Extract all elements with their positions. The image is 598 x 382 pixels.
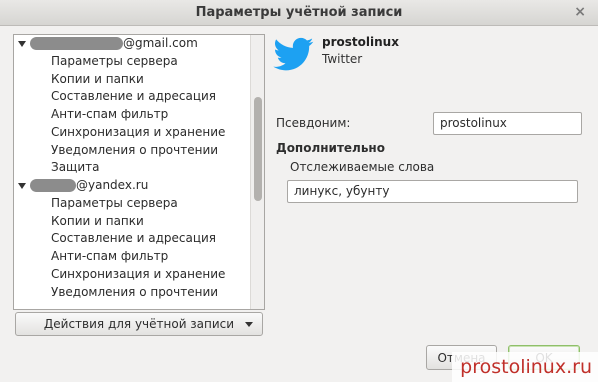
- alias-label: Псевдоним:: [276, 116, 351, 130]
- tree-item-return-receipts[interactable]: Уведомления о прочтении: [14, 142, 250, 160]
- account-tree[interactable]: @gmail.com Параметры сервера Копии и пап…: [13, 34, 265, 310]
- account-name: prostolinux: [322, 35, 399, 49]
- title-bar: Параметры учётной записи ×: [0, 0, 598, 26]
- tree-item-copies-folders[interactable]: Копии и папки: [14, 213, 250, 231]
- tree-item-sync-storage[interactable]: Синхронизация и хранение: [14, 266, 250, 284]
- account-tree-list: @gmail.com Параметры сервера Копии и пап…: [14, 35, 250, 301]
- scrollbar-thumb[interactable]: [254, 97, 262, 201]
- twitter-bird-icon: [273, 37, 314, 71]
- dropdown-arrow-icon: [245, 322, 253, 327]
- tree-item-composition[interactable]: Составление и адресация: [14, 230, 250, 248]
- account-email-suffix: @gmail.com: [123, 36, 198, 50]
- dialog-body: @gmail.com Параметры сервера Копии и пап…: [0, 26, 598, 382]
- tracked-words-input[interactable]: линукс, убунту: [287, 180, 578, 203]
- account-actions-label: Действия для учётной записи: [43, 317, 235, 331]
- redacted-username: [30, 179, 76, 193]
- tree-scrollbar[interactable]: [250, 35, 264, 309]
- account-actions-button[interactable]: Действия для учётной записи: [15, 312, 263, 336]
- window-title: Параметры учётной записи: [195, 5, 403, 20]
- tree-item-return-receipts[interactable]: Уведомления о прочтении: [14, 284, 250, 302]
- site-watermark: prostolinux.ru: [452, 352, 598, 382]
- account-email-suffix: @yandex.ru: [76, 178, 149, 192]
- tree-item-junk-filter[interactable]: Анти-спам фильтр: [14, 248, 250, 266]
- account-row-yandex[interactable]: @yandex.ru: [14, 177, 250, 195]
- redacted-username: [30, 37, 123, 51]
- account-row-gmail[interactable]: @gmail.com: [14, 35, 250, 53]
- tree-item-junk-filter[interactable]: Анти-спам фильтр: [14, 106, 250, 124]
- close-icon[interactable]: ×: [574, 4, 586, 20]
- advanced-section-header: Дополнительно: [276, 141, 385, 155]
- tree-item-sync-storage[interactable]: Синхронизация и хранение: [14, 124, 250, 142]
- expander-arrow-icon[interactable]: [18, 40, 26, 47]
- tree-item-copies-folders[interactable]: Копии и папки: [14, 71, 250, 89]
- alias-input[interactable]: prostolinux: [433, 112, 582, 135]
- tracked-words-label: Отслеживаемые слова: [290, 160, 435, 174]
- account-service: Twitter: [322, 52, 363, 66]
- tree-item-composition[interactable]: Составление и адресация: [14, 88, 250, 106]
- tree-item-server-settings[interactable]: Параметры сервера: [14, 195, 250, 213]
- expander-arrow-icon[interactable]: [18, 182, 26, 189]
- tree-item-server-settings[interactable]: Параметры сервера: [14, 53, 250, 71]
- tree-item-security[interactable]: Защита: [14, 159, 250, 177]
